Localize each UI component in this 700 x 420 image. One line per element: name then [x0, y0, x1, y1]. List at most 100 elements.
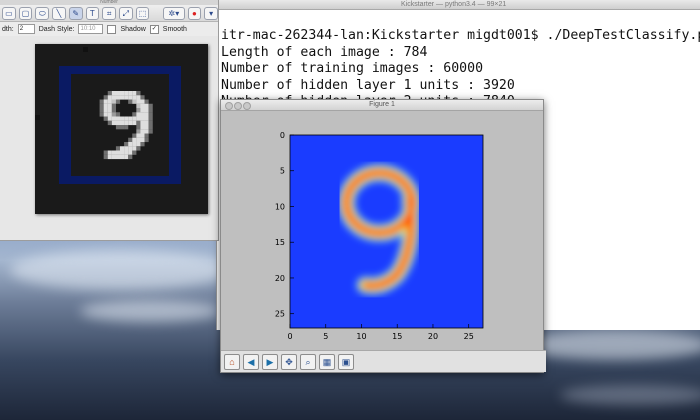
- drawing-toolbar: ▭ ▢ ⬭ ╲ ✎ T ⌗ ⤢ ⬚ ✲▾ ● ▾: [0, 5, 219, 22]
- color-fill-icon[interactable]: ●: [187, 6, 202, 20]
- close-icon[interactable]: [225, 102, 233, 110]
- digit-pixel: [107, 154, 112, 160]
- digit-pixel: [115, 95, 121, 100]
- digit-pixel: [144, 99, 149, 104]
- zoom-window-icon[interactable]: [243, 102, 251, 110]
- digit-pixel: [144, 116, 149, 121]
- stroke-color-icon[interactable]: ▾: [204, 6, 219, 20]
- selection-handle[interactable]: [35, 115, 40, 120]
- cloud: [560, 385, 700, 405]
- digit-pixel: [128, 95, 133, 100]
- digit-pixel: [136, 120, 141, 126]
- digit-pixel: [124, 142, 129, 147]
- digit-pixel: [132, 116, 137, 121]
- back-icon[interactable]: ◀: [243, 353, 259, 370]
- x-tick-label: 5: [323, 332, 328, 341]
- digit-pixel: [124, 154, 129, 160]
- rect-tool-icon[interactable]: ▭: [2, 6, 16, 20]
- digit-pixel: [120, 91, 125, 96]
- digit-pixel: [148, 120, 153, 126]
- figure-window[interactable]: Figure 1 0 5 10 15 20 25 0 5 10 15 20 25 ⌂ ◀ ▶ ✥ ⌕ …: [220, 99, 546, 373]
- rounded-rect-tool-icon[interactable]: ▢: [18, 6, 33, 20]
- digit-pixel: [115, 91, 121, 96]
- figure-canvas[interactable]: 0 5 10 15 20 25 0 5 10 15 20 25: [221, 111, 543, 350]
- digit-pixel: [115, 120, 121, 126]
- digit-pixel: [148, 116, 153, 121]
- terminal-line: Number of training images : 60000: [221, 61, 484, 77]
- dash-style-field[interactable]: 10:10: [78, 24, 104, 34]
- digit-pixel: [107, 91, 112, 96]
- text-tool-icon[interactable]: T: [85, 6, 100, 20]
- y-tick-label: 15: [275, 238, 285, 247]
- drawing-options-bar: dth: 2 Dash Style: 10:10 Shadow ✓ Smooth: [0, 22, 218, 37]
- digit-pixel: [124, 150, 129, 155]
- digit-pixel: [107, 108, 112, 113]
- drawing-app-window[interactable]: Number ▭ ▢ ⬭ ╲ ✎ T ⌗ ⤢ ⬚ ✲▾ ● ▾ dth: 2 D…: [0, 0, 219, 241]
- digit-pixel: [128, 150, 133, 155]
- digit-pixel: [140, 116, 145, 121]
- terminal-line: Length of each image : 784: [221, 44, 428, 60]
- x-tick-label: 0: [287, 332, 292, 341]
- drawing-canvas[interactable]: [0, 36, 218, 240]
- configure-icon[interactable]: ▦: [319, 353, 335, 370]
- digit-pixel: [120, 154, 125, 160]
- digit-pixel: [144, 129, 149, 134]
- digit-pixel: [111, 99, 116, 104]
- digit-pixel: [132, 120, 137, 126]
- crop-tool-icon[interactable]: ⌗: [102, 6, 116, 20]
- digit-pixel: [107, 150, 112, 155]
- cloud: [520, 330, 700, 360]
- digit-pixel: [144, 120, 149, 126]
- select-tool-icon[interactable]: ⬚: [135, 6, 150, 20]
- y-tick-label: 20: [275, 274, 285, 283]
- pencil-tool-icon[interactable]: ✎: [68, 6, 83, 20]
- digit-pixel: [136, 91, 141, 96]
- terminal-titlebar[interactable]: Kickstarter — python3.4 — 99×21: [217, 0, 700, 10]
- resize-tool-icon[interactable]: ⤢: [118, 6, 133, 20]
- save-icon[interactable]: ▣: [338, 353, 354, 370]
- width-field[interactable]: 2: [17, 24, 35, 34]
- digit-pixel: [136, 137, 141, 143]
- digit-pixel: [128, 137, 133, 143]
- minimize-icon[interactable]: [234, 102, 242, 110]
- shadow-label: Shadow: [120, 25, 146, 33]
- digit-pixel: [136, 125, 141, 130]
- digit-pixel: [144, 112, 149, 117]
- smooth-checkbox[interactable]: ✓: [149, 24, 159, 34]
- digit-pixel: [107, 99, 112, 104]
- digit-pixel: [136, 112, 141, 117]
- digit-pixel: [124, 91, 129, 96]
- digit-pixel: [107, 120, 112, 126]
- line-tool-icon[interactable]: ╲: [52, 6, 66, 20]
- digit-pixel: [120, 95, 125, 100]
- digit-pixel: [128, 120, 133, 126]
- shadow-checkbox[interactable]: [107, 24, 117, 34]
- digit-pixel: [148, 103, 153, 109]
- selection-handle[interactable]: [83, 47, 88, 52]
- figure-titlebar[interactable]: Figure 1: [221, 100, 543, 111]
- digit-pixel: [140, 112, 145, 117]
- digit-pixel: [128, 142, 133, 147]
- digit-pixel: [111, 120, 116, 126]
- digit-pixel: [111, 150, 116, 155]
- y-tick-label: 0: [280, 131, 285, 140]
- digit-pixel: [115, 154, 121, 160]
- gear-menu-icon[interactable]: ✲▾: [163, 6, 185, 20]
- digit-pixel: [115, 125, 121, 130]
- digit-pixel: [136, 133, 141, 138]
- mnist-image-frame[interactable]: [35, 44, 208, 214]
- home-icon[interactable]: ⌂: [224, 353, 240, 370]
- digit-pixel: [140, 120, 145, 126]
- oval-tool-icon[interactable]: ⬭: [35, 6, 50, 20]
- digit-pixel: [140, 125, 145, 130]
- digit-pixel: [132, 112, 137, 117]
- pan-icon[interactable]: ✥: [281, 353, 297, 370]
- digit-pixel: [148, 112, 153, 117]
- x-tick-label: 20: [428, 332, 438, 341]
- digit-pixel: [107, 112, 112, 117]
- digit-pixel: [120, 146, 125, 151]
- digit-pixel: [103, 103, 108, 109]
- terminal-tab[interactable]: Kickstarter — python3.4 — 99×21: [397, 0, 510, 9]
- forward-icon[interactable]: ▶: [262, 353, 278, 370]
- zoom-icon[interactable]: ⌕: [300, 353, 316, 370]
